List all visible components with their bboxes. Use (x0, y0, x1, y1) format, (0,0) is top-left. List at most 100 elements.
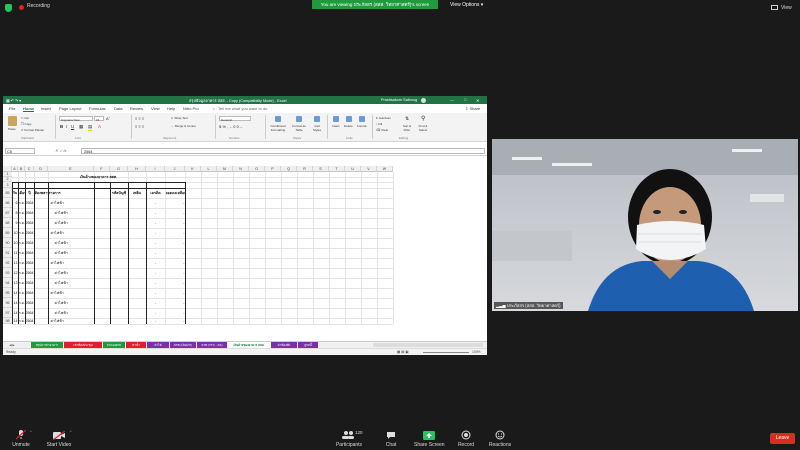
table-cell[interactable]: - (166, 288, 184, 298)
table-cell[interactable]: 12 (13, 268, 18, 278)
table-cell[interactable]: ก.ย. (19, 288, 25, 298)
italic-icon[interactable]: I (66, 124, 67, 129)
table-cell[interactable]: ค่าไฟฟ้า (49, 198, 112, 208)
number-format-select[interactable]: General (219, 116, 251, 122)
cut-button[interactable]: ✂ Cut (21, 116, 29, 120)
view-mode-icons[interactable]: ▦ ▤ ▣ (397, 350, 409, 354)
table-cell[interactable] (129, 318, 146, 324)
column-header[interactable]: T (329, 166, 345, 172)
tab-formulas[interactable]: Formulas (89, 106, 106, 111)
table-cell[interactable]: - (166, 258, 184, 268)
table-cell[interactable]: ก.ย. (19, 318, 25, 324)
table-cell[interactable] (35, 268, 48, 278)
clear-button[interactable]: ⌫ Clear (376, 128, 388, 132)
format-as-table-button[interactable]: Format as Table (290, 124, 308, 132)
table-cell[interactable]: ค่าไฟฟ้า (49, 278, 116, 288)
row-header[interactable]: 92 (3, 258, 12, 268)
table-cell[interactable]: 14 (13, 318, 18, 324)
table-cell[interactable]: รายการ (49, 188, 94, 198)
table-cell[interactable]: - (147, 228, 165, 238)
wrap-text-button[interactable]: ↵ Wrap Text (171, 116, 188, 120)
tell-me-search[interactable]: Tell me what you want to do (218, 106, 267, 111)
insert-cells-button[interactable]: Insert (332, 124, 340, 128)
table-cell[interactable]: - (166, 218, 184, 228)
reactions-button[interactable]: Reactions (486, 428, 514, 450)
column-header[interactable]: Q (281, 166, 297, 172)
table-cell[interactable] (35, 278, 48, 288)
table-cell[interactable]: - (147, 318, 165, 324)
tab-view[interactable]: View (151, 106, 160, 111)
table-cell[interactable]: - (166, 318, 184, 324)
table-cell[interactable] (35, 198, 48, 208)
delete-cells-button[interactable]: Delete (344, 124, 353, 128)
table-cell[interactable] (35, 228, 48, 238)
table-cell[interactable] (129, 198, 146, 208)
table-cell[interactable]: ค่าไฟฟ้า (49, 228, 112, 238)
table-cell[interactable]: 2564 (26, 308, 34, 318)
cell-styles-button[interactable]: Cell Styles (310, 124, 324, 132)
table-cell[interactable]: 14 (13, 308, 18, 318)
table-cell[interactable]: 2564 (26, 248, 34, 258)
table-cell[interactable]: 2564 (26, 268, 34, 278)
number-format-icons[interactable]: $ % , ←0 0→ (219, 124, 243, 129)
table-cell[interactable]: 2564 (26, 238, 34, 248)
table-cell[interactable]: - (147, 208, 165, 218)
avatar[interactable] (421, 97, 426, 103)
table-cell[interactable]: - (147, 218, 165, 228)
delete-cells-icon[interactable] (346, 116, 352, 122)
table-cell[interactable]: ก.ย. (19, 278, 25, 288)
sort-filter-button[interactable]: Sort & Filter (401, 124, 413, 132)
view-options-button[interactable]: View Options ▾ (450, 2, 483, 8)
column-header[interactable]: K (185, 166, 201, 172)
paste-icon[interactable] (8, 116, 17, 126)
table-cell[interactable]: ก.ย. (19, 308, 25, 318)
borders-icon[interactable]: ▦ (79, 124, 83, 130)
table-cell[interactable]: 9 (13, 218, 18, 228)
column-header[interactable]: R (297, 166, 313, 172)
table-cell[interactable]: - (147, 308, 165, 318)
row-header[interactable]: 85 (3, 188, 12, 198)
table-cell[interactable]: - (147, 248, 165, 258)
close-icon[interactable]: ✕ (476, 98, 479, 103)
horizontal-scrollbar[interactable] (373, 343, 483, 347)
table-cell[interactable]: ก.ย. (19, 248, 25, 258)
fill-color-icon[interactable]: ▤ (88, 124, 93, 131)
zoom-slider[interactable] (423, 352, 469, 353)
fill-button[interactable]: ↓ Fill (376, 122, 382, 126)
table-cell[interactable]: ค่าไฟฟ้า (49, 268, 116, 278)
underline-icon[interactable]: U (71, 124, 74, 129)
table-cell[interactable]: - (147, 288, 165, 298)
table-cell[interactable] (129, 238, 146, 248)
font-size-select[interactable]: 16 (94, 116, 104, 122)
table-cell[interactable] (35, 298, 48, 308)
table-cell[interactable]: ก.ย. (19, 208, 25, 218)
tab-help[interactable]: Help (167, 106, 175, 111)
signed-in-user[interactable]: Prasitsakorn Saiboog (381, 98, 417, 102)
table-cell[interactable]: 2564 (26, 288, 34, 298)
row-header[interactable]: 87 (3, 208, 12, 218)
row-header[interactable]: 94 (3, 278, 12, 288)
table-cell[interactable]: เพลิน (129, 188, 146, 198)
table-cell[interactable]: ค่าไฟฟ้า (49, 318, 112, 324)
table-cell[interactable]: - (166, 268, 184, 278)
table-cell[interactable]: - (147, 238, 165, 248)
format-table-icon[interactable] (296, 116, 302, 122)
table-cell[interactable]: ก.ย. (19, 228, 25, 238)
table-cell[interactable]: 14 (13, 288, 18, 298)
column-header[interactable]: L (201, 166, 217, 172)
chat-button[interactable]: Chat (380, 428, 402, 450)
tab-data[interactable]: Data (114, 106, 122, 111)
table-cell[interactable]: - (166, 298, 184, 308)
view-layout-icon[interactable] (771, 5, 778, 10)
table-cell[interactable]: 13 (13, 278, 18, 288)
row-header[interactable]: 90 (3, 238, 12, 248)
magnifier-icon[interactable]: ⚲ (421, 115, 425, 122)
table-cell[interactable] (35, 318, 48, 324)
tab-page-layout[interactable]: Page Layout (59, 106, 81, 111)
table-cell[interactable]: - (166, 278, 184, 288)
security-shield-icon[interactable] (5, 4, 12, 12)
column-header[interactable]: M (217, 166, 233, 172)
table-cell[interactable] (129, 248, 146, 258)
insert-cells-icon[interactable] (333, 116, 339, 122)
conditional-formatting-button[interactable]: Conditional Formatting (269, 124, 287, 132)
